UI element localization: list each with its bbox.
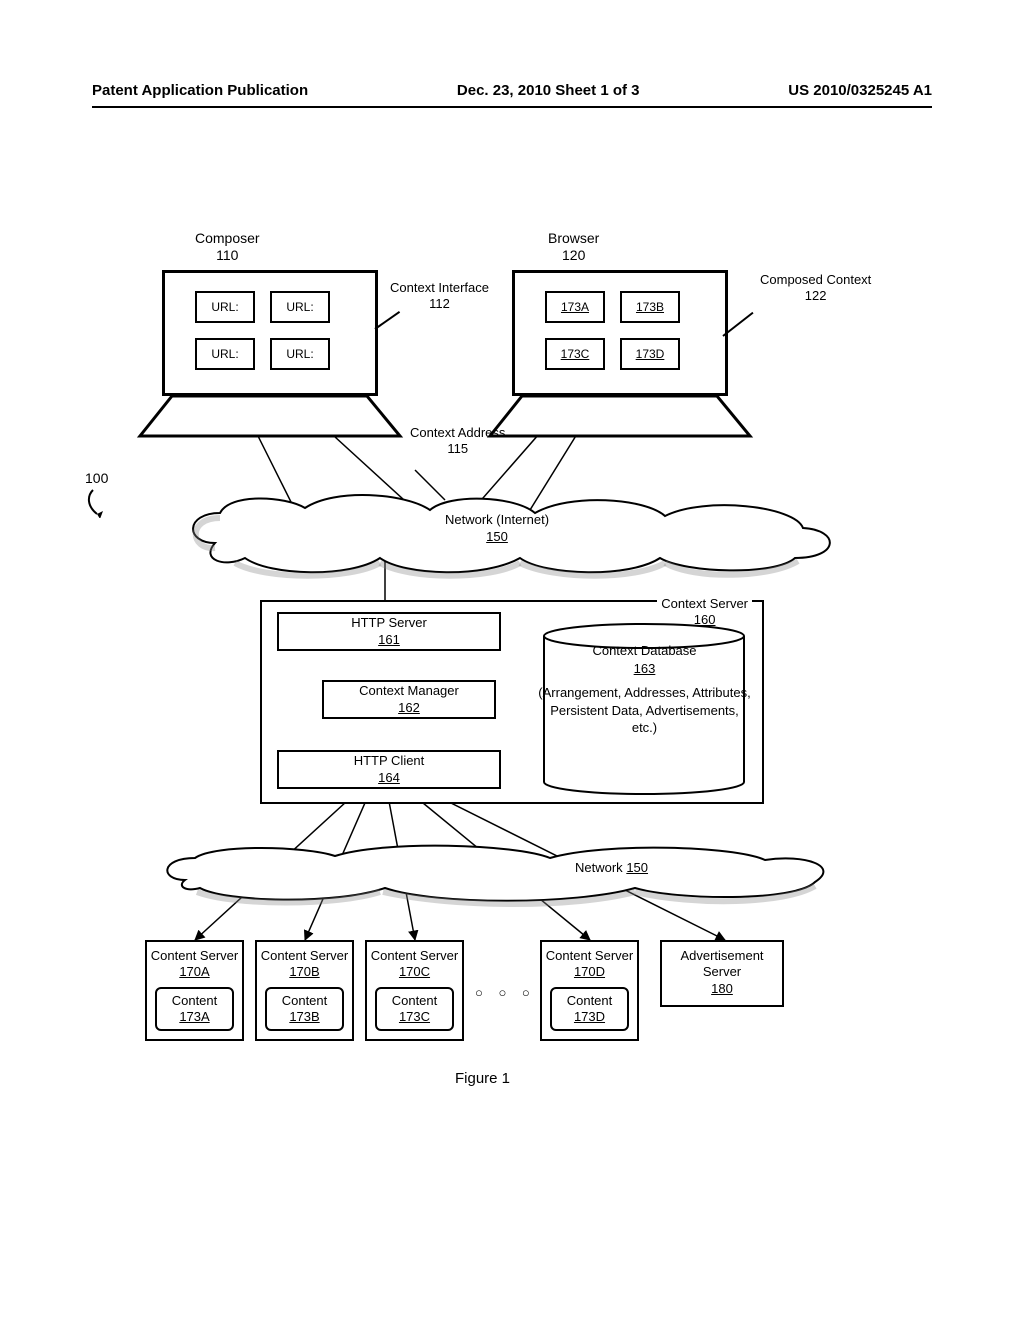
composer-label: Composer 110: [195, 230, 260, 264]
content-cell: 173A: [545, 291, 605, 323]
hook-arrow-icon: [85, 488, 111, 518]
content-server-b: Content Server170B Content173B: [255, 940, 354, 1041]
content-cell: 173D: [620, 338, 680, 370]
network-cloud-top: Network (Internet)150: [175, 488, 845, 578]
context-interface-label: Context Interface112: [390, 280, 489, 311]
header-left: Patent Application Publication: [92, 82, 308, 106]
header-center: Dec. 23, 2010 Sheet 1 of 3: [457, 82, 640, 106]
page-header: Patent Application Publication Dec. 23, …: [92, 82, 932, 108]
db-title: Context Database163: [537, 642, 752, 677]
browser-label: Browser 120: [548, 230, 599, 264]
network-cloud-bottom: Network 150: [155, 840, 845, 910]
url-cell: URL:: [195, 338, 255, 370]
composer-num: 110: [216, 247, 238, 263]
composer-computer: Composer 110 URL: URL: URL: URL:: [135, 270, 405, 441]
figure-caption: Figure 1: [455, 1070, 510, 1087]
url-cell: URL:: [270, 338, 330, 370]
context-server-box: Context Server160 HTTP Server161 Context…: [260, 600, 764, 804]
content-server-c: Content Server170C Content173C: [365, 940, 464, 1041]
url-cell: URL:: [195, 291, 255, 323]
context-manager-box: Context Manager162: [322, 680, 496, 719]
content-server-d: Content Server170D Content173D: [540, 940, 639, 1041]
ellipsis-icon: ○ ○ ○: [475, 985, 536, 1000]
figure-1-diagram: Composer 110 URL: URL: URL: URL: Context…: [115, 230, 910, 1130]
url-cell: URL:: [270, 291, 330, 323]
browser-computer: Browser 120 173A 173B 173C 173D: [485, 270, 755, 441]
cloud2-label: Network 150: [575, 860, 648, 877]
content-cell: 173B: [620, 291, 680, 323]
header-right: US 2010/0325245 A1: [788, 82, 932, 106]
browser-num: 120: [562, 247, 585, 263]
context-database-cylinder: Context Database163 (Arrangement, Addres…: [537, 622, 752, 797]
ad-server: Advertisement Server180: [660, 940, 784, 1007]
browser-title: Browser: [548, 230, 599, 246]
cloud1-label: Network (Internet)150: [445, 512, 549, 546]
composer-title: Composer: [195, 230, 260, 246]
context-address-label: Context Address115: [410, 425, 505, 456]
http-client-box: HTTP Client164: [277, 750, 501, 789]
content-server-a: Content Server170A Content173A: [145, 940, 244, 1041]
content-cell: 173C: [545, 338, 605, 370]
db-body: (Arrangement, Addresses, Attributes, Per…: [537, 684, 752, 737]
computer-base: [135, 396, 405, 441]
browser-screen: 173A 173B 173C 173D: [512, 270, 728, 396]
computer-base: [485, 396, 755, 441]
ref-100: 100: [85, 470, 108, 486]
composer-screen: URL: URL: URL: URL:: [162, 270, 378, 396]
composed-context-label: Composed Context122: [760, 272, 871, 303]
http-server-box: HTTP Server161: [277, 612, 501, 651]
